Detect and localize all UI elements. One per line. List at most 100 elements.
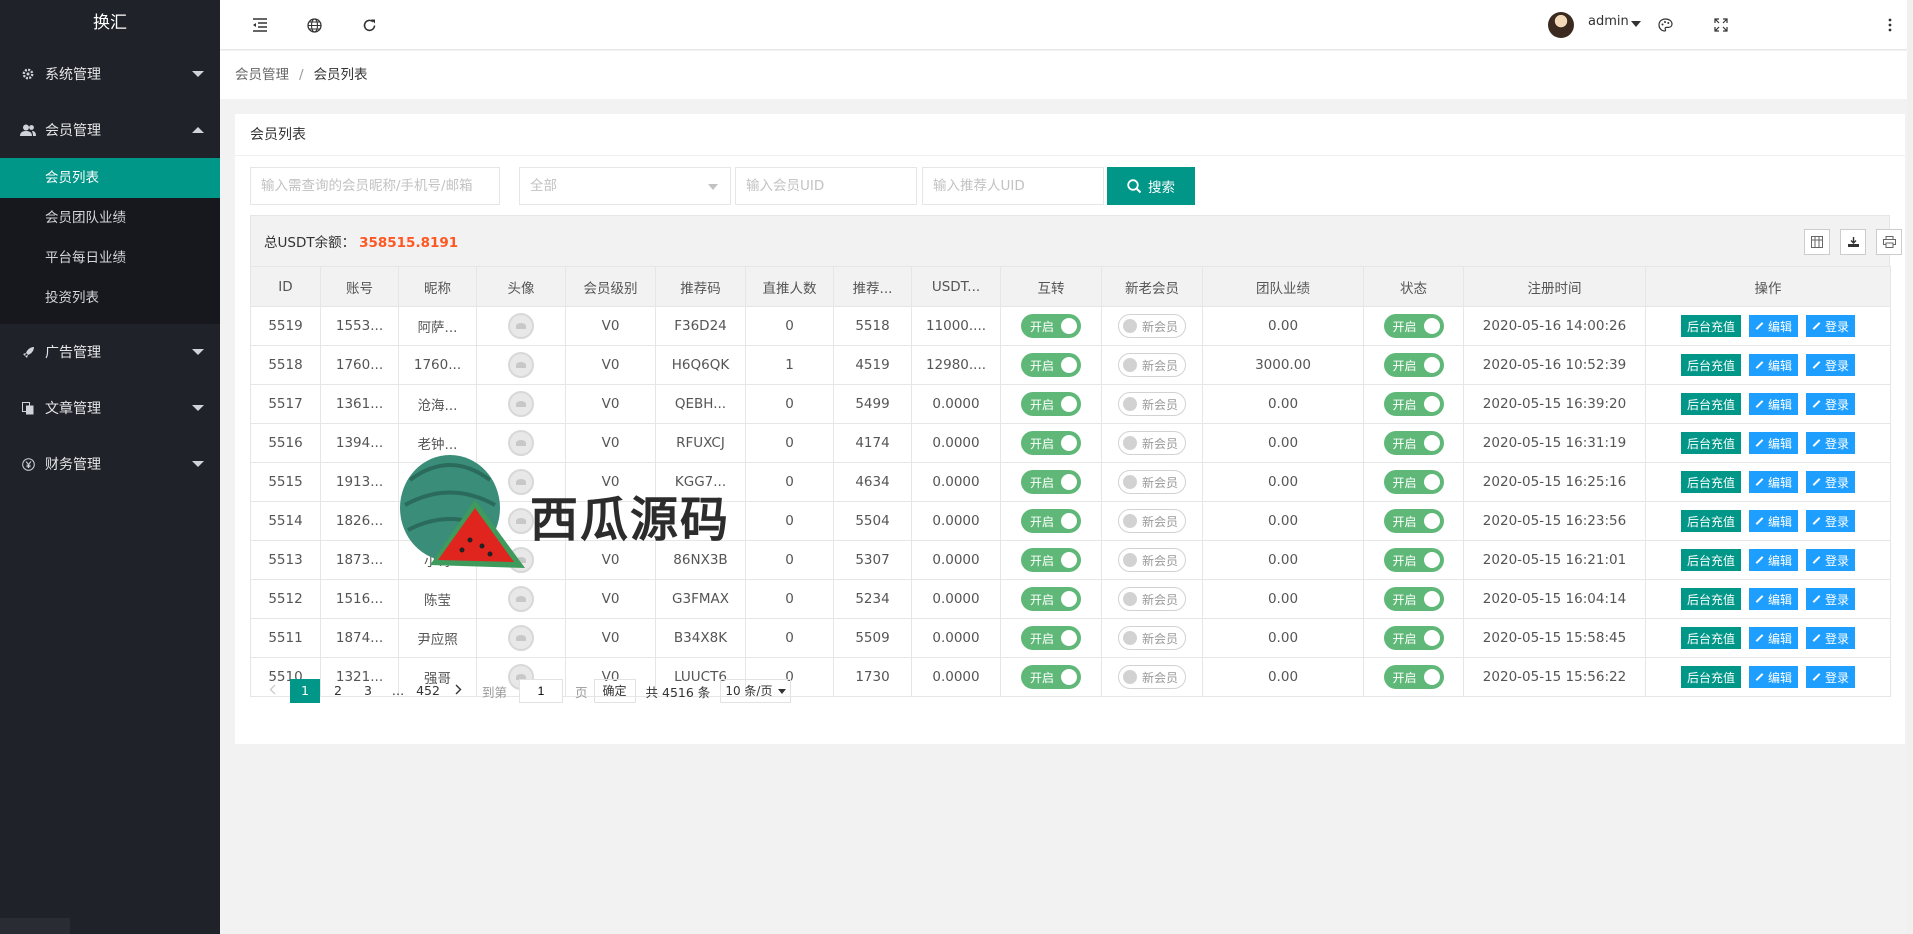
edit-button[interactable]: 编辑 bbox=[1748, 315, 1798, 337]
page-size-select[interactable]: 10 条/页 bbox=[720, 679, 792, 703]
sidebar-scrollbar[interactable] bbox=[0, 918, 70, 934]
menu-head-finance[interactable]: 财务管理 bbox=[0, 436, 220, 492]
login-button[interactable]: 登录 bbox=[1806, 588, 1856, 610]
edit-button[interactable]: 编辑 bbox=[1748, 627, 1798, 649]
transfer-toggle[interactable]: 开启 bbox=[1021, 431, 1081, 455]
page-3[interactable]: 3 bbox=[356, 679, 380, 703]
recharge-button[interactable]: 后台充值 bbox=[1680, 393, 1741, 415]
login-button[interactable]: 登录 bbox=[1806, 549, 1856, 571]
status-toggle[interactable]: 开启 bbox=[1383, 470, 1444, 494]
recharge-button[interactable]: 后台充值 bbox=[1680, 510, 1741, 532]
theme-palette-icon[interactable] bbox=[1655, 15, 1675, 35]
menu-group-finance[interactable]: 财务管理 bbox=[0, 436, 220, 492]
more-vertical-icon[interactable] bbox=[1880, 15, 1900, 35]
login-button[interactable]: 登录 bbox=[1806, 393, 1856, 415]
page-1[interactable]: 1 bbox=[290, 679, 320, 703]
goto-confirm-button[interactable]: 确定 bbox=[593, 679, 636, 703]
status-toggle[interactable]: 开启 bbox=[1383, 548, 1444, 572]
new-member-toggle[interactable]: 新会员 bbox=[1118, 470, 1186, 494]
sidebar-item-team-performance[interactable]: 会员团队业绩 bbox=[0, 198, 220, 238]
login-button[interactable]: 登录 bbox=[1806, 510, 1856, 532]
menu-group-ads[interactable]: 广告管理 bbox=[0, 324, 220, 380]
recharge-button[interactable]: 后台充值 bbox=[1680, 549, 1741, 571]
menu-group-members[interactable]: 会员管理 会员列表 会员团队业绩 平台每日业绩 投资列表 bbox=[0, 102, 220, 324]
user-avatar[interactable] bbox=[1548, 12, 1574, 38]
edit-button[interactable]: 编辑 bbox=[1748, 510, 1798, 532]
login-button[interactable]: 登录 bbox=[1806, 627, 1856, 649]
menu-head-ads[interactable]: 广告管理 bbox=[0, 324, 220, 380]
refresh-icon[interactable] bbox=[359, 15, 379, 35]
recharge-button[interactable]: 后台充值 bbox=[1680, 432, 1741, 454]
new-member-toggle[interactable]: 新会员 bbox=[1118, 587, 1186, 611]
login-button[interactable]: 登录 bbox=[1806, 315, 1856, 337]
search-button[interactable]: 搜索 bbox=[1107, 167, 1195, 205]
transfer-toggle[interactable]: 开启 bbox=[1021, 392, 1081, 416]
user-name[interactable]: admin bbox=[1588, 14, 1629, 29]
menu-group-system[interactable]: 系统管理 bbox=[0, 46, 220, 102]
status-toggle[interactable]: 开启 bbox=[1383, 431, 1444, 455]
transfer-toggle[interactable]: 开启 bbox=[1021, 626, 1081, 650]
recharge-button[interactable]: 后台充值 bbox=[1680, 627, 1741, 649]
login-button[interactable]: 登录 bbox=[1806, 471, 1856, 493]
new-member-toggle[interactable]: 新会员 bbox=[1118, 509, 1186, 533]
sidebar-item-daily-performance[interactable]: 平台每日业绩 bbox=[0, 238, 220, 278]
menu-group-articles[interactable]: 文章管理 bbox=[0, 380, 220, 436]
edit-button[interactable]: 编辑 bbox=[1748, 354, 1798, 376]
sidebar-item-investment-list[interactable]: 投资列表 bbox=[0, 278, 220, 318]
submenu-members: 会员列表 会员团队业绩 平台每日业绩 投资列表 bbox=[0, 158, 220, 324]
transfer-toggle[interactable]: 开启 bbox=[1021, 470, 1081, 494]
menu-head-members[interactable]: 会员管理 bbox=[0, 102, 220, 158]
login-button[interactable]: 登录 bbox=[1806, 354, 1856, 376]
recharge-button[interactable]: 后台充值 bbox=[1680, 471, 1741, 493]
transfer-toggle[interactable]: 开启 bbox=[1021, 509, 1081, 533]
status-toggle[interactable]: 开启 bbox=[1383, 587, 1444, 611]
menu-head-articles[interactable]: 文章管理 bbox=[0, 380, 220, 436]
uid-search-input[interactable] bbox=[735, 167, 917, 205]
status-toggle[interactable]: 开启 bbox=[1383, 626, 1444, 650]
new-member-toggle[interactable]: 新会员 bbox=[1118, 626, 1186, 650]
page-scrollbar[interactable] bbox=[1907, 0, 1913, 934]
status-toggle[interactable]: 开启 bbox=[1383, 314, 1444, 338]
recharge-button[interactable]: 后台充值 bbox=[1680, 315, 1741, 337]
new-member-toggle[interactable]: 新会员 bbox=[1118, 314, 1186, 338]
referrer-uid-input[interactable] bbox=[922, 167, 1104, 205]
fullscreen-icon[interactable] bbox=[1711, 15, 1731, 35]
export-icon[interactable] bbox=[1840, 229, 1866, 255]
edit-button[interactable]: 编辑 bbox=[1748, 393, 1798, 415]
new-member-toggle[interactable]: 新会员 bbox=[1118, 548, 1186, 572]
menu-head-system[interactable]: 系统管理 bbox=[0, 46, 220, 102]
globe-icon[interactable] bbox=[304, 15, 324, 35]
menu-collapse-icon[interactable] bbox=[250, 15, 270, 35]
page-2[interactable]: 2 bbox=[326, 679, 350, 703]
column-filter-icon[interactable] bbox=[1804, 229, 1830, 255]
cell-register-time: 2020-05-15 16:31:19 bbox=[1463, 423, 1646, 463]
goto-page-input[interactable] bbox=[519, 679, 564, 703]
edit-button[interactable]: 编辑 bbox=[1748, 588, 1798, 610]
edit-button[interactable]: 编辑 bbox=[1748, 471, 1798, 493]
caret-down-icon[interactable] bbox=[1631, 21, 1641, 27]
transfer-toggle[interactable]: 开启 bbox=[1021, 314, 1081, 338]
new-member-toggle[interactable]: 新会员 bbox=[1118, 392, 1186, 416]
pencil-icon bbox=[1755, 439, 1764, 447]
breadcrumb-item-members[interactable]: 会员管理 bbox=[235, 67, 289, 83]
print-icon[interactable] bbox=[1876, 229, 1902, 255]
next-page-icon[interactable] bbox=[446, 679, 470, 703]
prev-page-icon[interactable] bbox=[260, 679, 284, 703]
new-member-toggle[interactable]: 新会员 bbox=[1118, 431, 1186, 455]
recharge-button[interactable]: 后台充值 bbox=[1680, 588, 1741, 610]
status-toggle[interactable]: 开启 bbox=[1383, 353, 1444, 377]
transfer-toggle[interactable]: 开启 bbox=[1021, 548, 1081, 572]
status-toggle[interactable]: 开启 bbox=[1383, 509, 1444, 533]
recharge-button[interactable]: 后台充值 bbox=[1680, 354, 1741, 376]
member-level-select[interactable]: 全部 bbox=[519, 167, 731, 205]
transfer-toggle[interactable]: 开启 bbox=[1021, 353, 1081, 377]
transfer-toggle[interactable]: 开启 bbox=[1021, 587, 1081, 611]
new-member-toggle[interactable]: 新会员 bbox=[1118, 353, 1186, 377]
login-button[interactable]: 登录 bbox=[1806, 432, 1856, 454]
page-last[interactable]: 452 bbox=[416, 679, 440, 703]
keyword-search-input[interactable] bbox=[250, 167, 500, 205]
edit-button[interactable]: 编辑 bbox=[1748, 432, 1798, 454]
sidebar-item-member-list[interactable]: 会员列表 bbox=[0, 158, 220, 198]
status-toggle[interactable]: 开启 bbox=[1383, 392, 1444, 416]
edit-button[interactable]: 编辑 bbox=[1748, 549, 1798, 571]
